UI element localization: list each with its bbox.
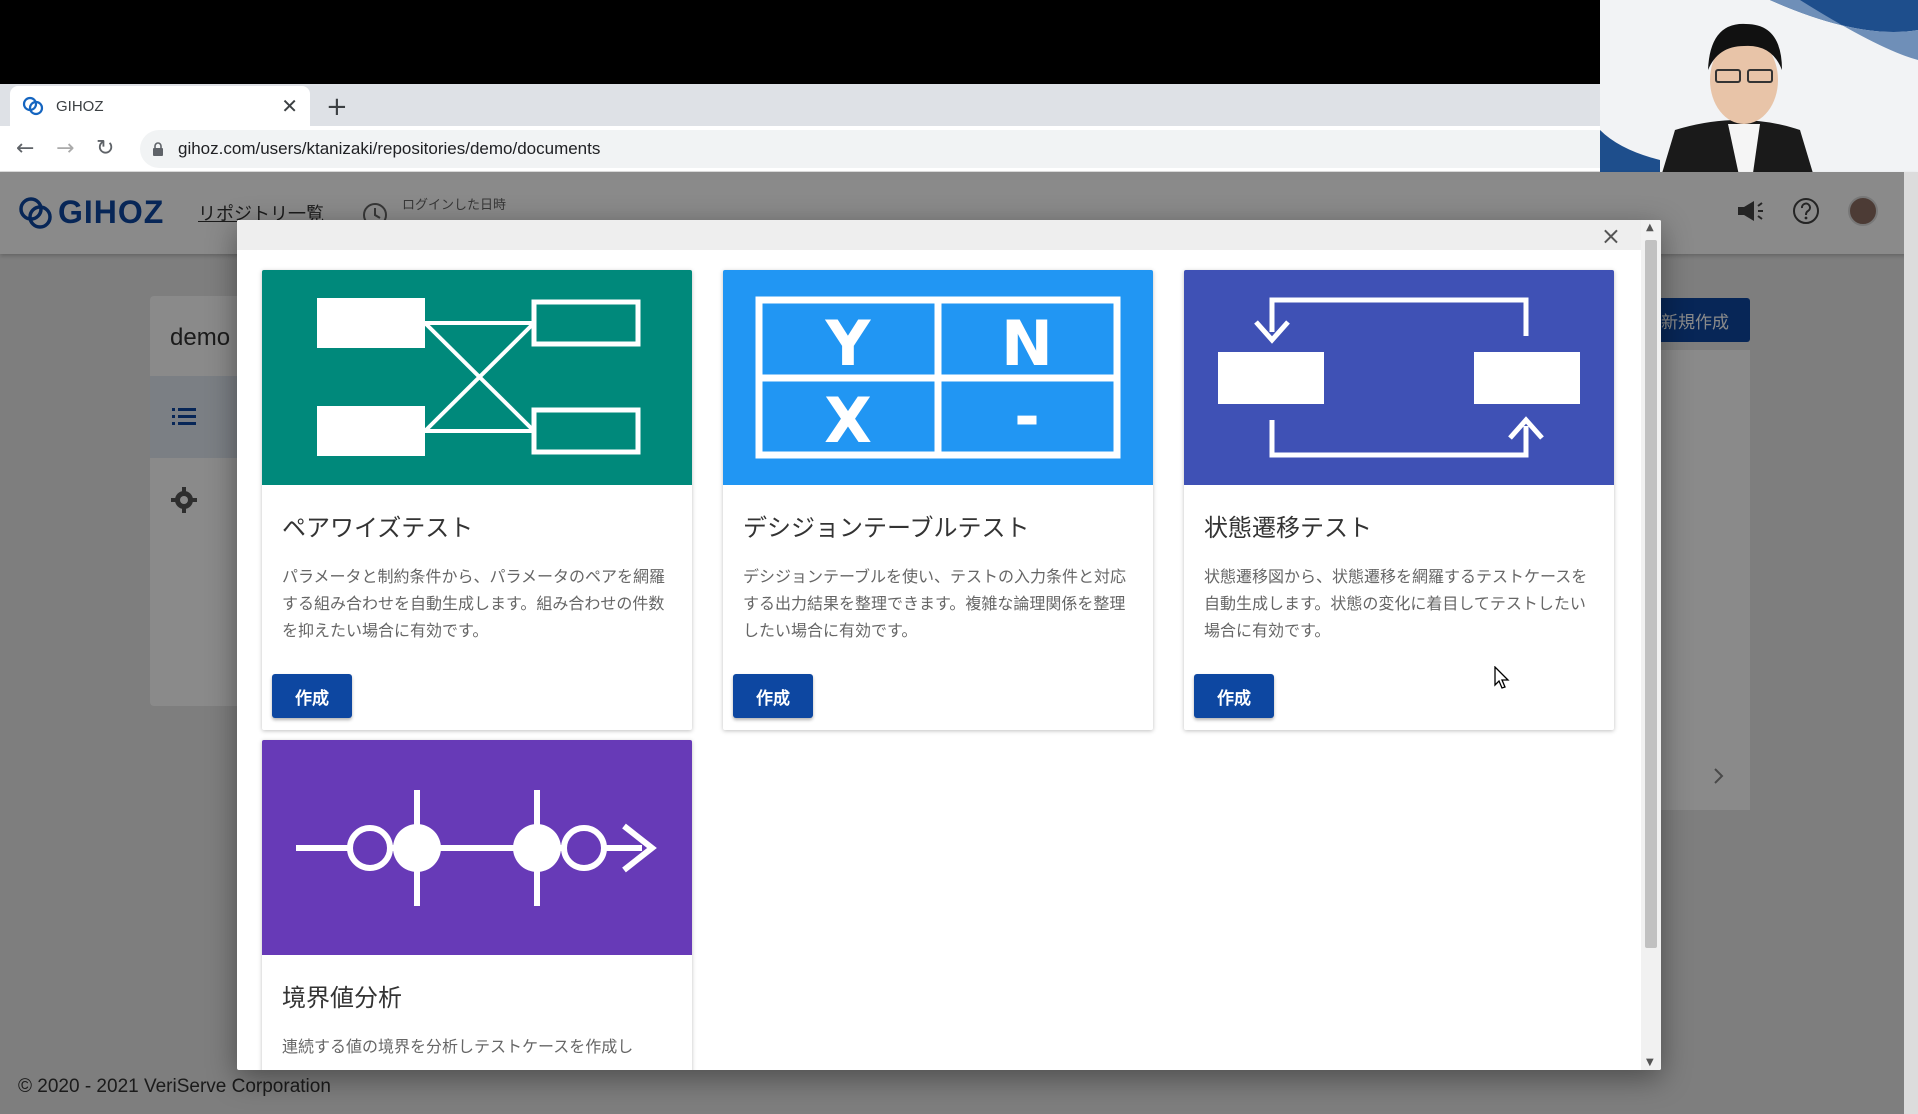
- card-title: ペアワイズテスト: [282, 514, 474, 542]
- state-transition-diagram-icon: [1184, 270, 1614, 485]
- screen: GIHOZ ✕ + ← → ↻ gihoz.com/users/ktanizak…: [0, 0, 1918, 1114]
- boundary-value-diagram-icon: [262, 740, 692, 955]
- decision-y-label: Y: [825, 307, 872, 380]
- lock-icon: [153, 142, 163, 156]
- browser-address-bar: ← → ↻ gihoz.com/users/ktanizaki/reposito…: [0, 126, 1600, 172]
- create-pairwise-button[interactable]: 作成: [272, 674, 352, 718]
- scrollbar-thumb[interactable]: [1645, 240, 1657, 948]
- url-text: gihoz.com/users/ktanizaki/repositories/d…: [178, 139, 601, 158]
- decision-table-test-card: Y N X - デシジョンテーブルテスト デシジョンテーブルを使い、テストの入力…: [723, 270, 1153, 730]
- scroll-up-icon[interactable]: ▲: [1646, 222, 1654, 233]
- close-icon[interactable]: ×: [1601, 222, 1621, 250]
- pairwise-test-card: ペアワイズテスト パラメータと制約条件から、パラメータのペアを網羅する組み合わせ…: [262, 270, 692, 730]
- webcam-video: [1600, 0, 1918, 180]
- browser-tab-bar: GIHOZ ✕ +: [0, 84, 1600, 126]
- back-icon[interactable]: ←: [16, 136, 34, 161]
- page-scrollbar[interactable]: [1904, 172, 1918, 1114]
- card-description: 連続する値の境界を分析しテストケースを作成し: [282, 1037, 634, 1056]
- forward-icon[interactable]: →: [56, 136, 74, 161]
- url-field[interactable]: gihoz.com/users/ktanizaki/repositories/d…: [140, 130, 1600, 168]
- webcam-person-image: [1600, 0, 1918, 180]
- decision-table-diagram-icon: Y N X -: [723, 270, 1153, 485]
- card-title: デシジョンテーブルテスト: [743, 514, 1030, 542]
- decision-dash-label: -: [1014, 380, 1040, 453]
- create-document-dialog: × ペアワイズテスト パラメータと制約条件から、パラメータのペアを網羅する組み合…: [237, 220, 1661, 1070]
- card-description: 状態遷移図から、状態遷移を網羅するテストケースを自動生成します。状態の変化に着目…: [1204, 567, 1588, 640]
- decision-n-label: N: [1001, 307, 1053, 380]
- mouse-cursor-icon: [1494, 666, 1510, 689]
- create-decision-table-button[interactable]: 作成: [733, 674, 813, 718]
- card-description: パラメータと制約条件から、パラメータのペアを網羅する組み合わせを自動生成します。…: [282, 567, 666, 640]
- card-description: デシジョンテーブルを使い、テストの入力条件と対応する出力結果を整理できます。複雑…: [743, 567, 1127, 640]
- browser-tab[interactable]: GIHOZ ✕: [10, 86, 310, 126]
- decision-x-label: X: [824, 384, 872, 457]
- tab-close-icon[interactable]: ✕: [281, 94, 298, 118]
- gihoz-favicon-icon: [22, 96, 44, 116]
- reload-icon[interactable]: ↻: [96, 136, 114, 161]
- dialog-scrollbar[interactable]: ▲ ▼: [1641, 220, 1661, 1070]
- create-state-transition-button[interactable]: 作成: [1194, 674, 1274, 718]
- pairwise-diagram-icon: [262, 270, 692, 485]
- new-tab-icon[interactable]: +: [326, 92, 348, 122]
- boundary-value-analysis-card: 境界値分析 連続する値の境界を分析しテストケースを作成し: [262, 740, 692, 1070]
- card-title: 境界値分析: [282, 984, 402, 1012]
- dialog-header: ×: [237, 220, 1661, 250]
- card-title: 状態遷移テスト: [1204, 514, 1372, 542]
- tab-title: GIHOZ: [56, 97, 104, 115]
- scroll-down-icon[interactable]: ▼: [1646, 1057, 1654, 1068]
- state-transition-test-card: 状態遷移テスト 状態遷移図から、状態遷移を網羅するテストケースを自動生成します。…: [1184, 270, 1614, 730]
